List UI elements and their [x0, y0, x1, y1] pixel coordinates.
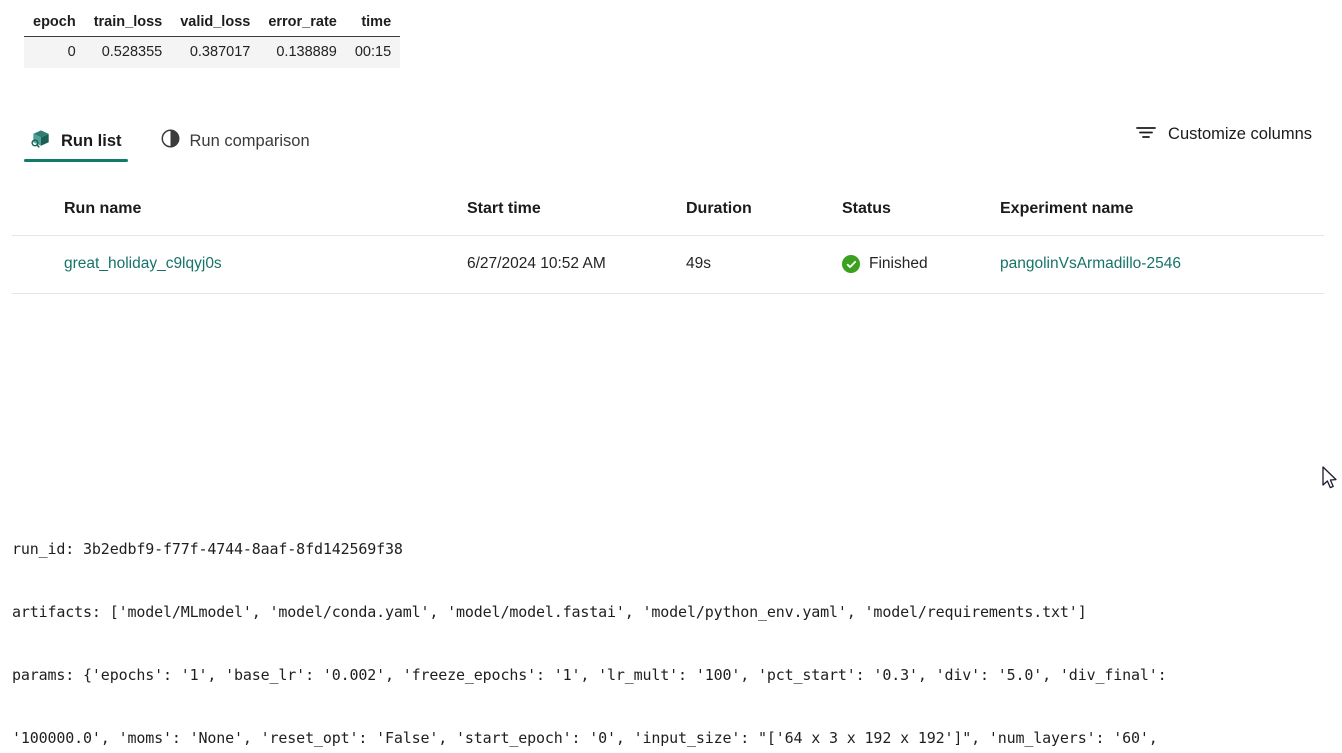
fastai-cell-error-rate: 0.138889 — [259, 37, 346, 69]
runs-col-run-name[interactable]: Run name — [12, 192, 467, 236]
runs-cell-start-time: 6/27/2024 10:52 AM — [467, 236, 686, 294]
tab-bar: Run list Run comparison — [0, 118, 1342, 166]
console-line-params-2: '100000.0', 'moms': 'None', 'reset_opt':… — [12, 728, 1342, 749]
runs-table-header-row: Run name Start time Duration Status Expe… — [12, 192, 1324, 236]
runs-cell-status: Finished — [842, 236, 1000, 294]
tab-active-underline — [24, 159, 128, 162]
runs-col-experiment-name[interactable]: Experiment name — [1000, 192, 1324, 236]
tab-run-comparison[interactable]: Run comparison — [154, 118, 316, 162]
tab-run-list-label: Run list — [61, 132, 122, 151]
console-line-artifacts: artifacts: ['model/MLmodel', 'model/cond… — [12, 602, 1342, 623]
tab-group: Run list Run comparison — [24, 118, 342, 162]
tab-run-comparison-label: Run comparison — [190, 132, 310, 151]
status-badge: Finished — [842, 255, 1000, 273]
table-row: 0 0.528355 0.387017 0.138889 00:15 — [24, 37, 400, 69]
runs-cell-run-name: great_holiday_c9lqyj0s — [12, 236, 467, 294]
fastai-table-header-row: epoch train_loss valid_loss error_rate t… — [24, 10, 400, 37]
fastai-cell-epoch: 0 — [24, 37, 85, 69]
fastai-col-error-rate: error_rate — [259, 10, 346, 37]
customize-columns-button[interactable]: Customize columns — [1135, 124, 1312, 145]
table-row: great_holiday_c9lqyj0s 6/27/2024 10:52 A… — [12, 236, 1324, 294]
fastai-cell-valid-loss: 0.387017 — [171, 37, 259, 69]
check-circle-icon — [842, 255, 860, 273]
fastai-col-valid-loss: valid_loss — [171, 10, 259, 37]
fastai-col-time: time — [346, 10, 400, 37]
tab-run-list[interactable]: Run list — [24, 118, 128, 162]
runs-table: Run name Start time Duration Status Expe… — [12, 192, 1324, 294]
run-name-link[interactable]: great_holiday_c9lqyj0s — [64, 255, 222, 272]
fastai-cell-train-loss: 0.528355 — [85, 37, 172, 69]
mouse-cursor — [1322, 466, 1339, 496]
console-line-params-1: params: {'epochs': '1', 'base_lr': '0.00… — [12, 665, 1342, 686]
runs-cell-duration: 49s — [686, 236, 842, 294]
console-output: run_id: 3b2edbf9-f77f-4744-8aaf-8fd14256… — [12, 497, 1342, 753]
fastai-col-train-loss: train_loss — [85, 10, 172, 37]
filter-lines-icon — [1135, 124, 1157, 145]
runs-col-start-time[interactable]: Start time — [467, 192, 686, 236]
runs-cell-experiment-name: pangolinVsArmadillo-2546 — [1000, 236, 1324, 294]
contrast-circle-icon — [160, 128, 181, 154]
fastai-epoch-table: epoch train_loss valid_loss error_rate t… — [24, 10, 400, 68]
app-root: epoch train_loss valid_loss error_rate t… — [0, 0, 1342, 753]
fastai-col-epoch: epoch — [24, 10, 85, 37]
experiment-name-link[interactable]: pangolinVsArmadillo-2546 — [1000, 255, 1181, 272]
package-search-icon — [30, 128, 52, 155]
console-line-run-id: run_id: 3b2edbf9-f77f-4744-8aaf-8fd14256… — [12, 539, 1342, 560]
runs-col-status[interactable]: Status — [842, 192, 1000, 236]
fastai-cell-time: 00:15 — [346, 37, 400, 69]
customize-columns-label: Customize columns — [1168, 125, 1312, 144]
status-label: Finished — [869, 255, 928, 273]
runs-col-duration[interactable]: Duration — [686, 192, 842, 236]
